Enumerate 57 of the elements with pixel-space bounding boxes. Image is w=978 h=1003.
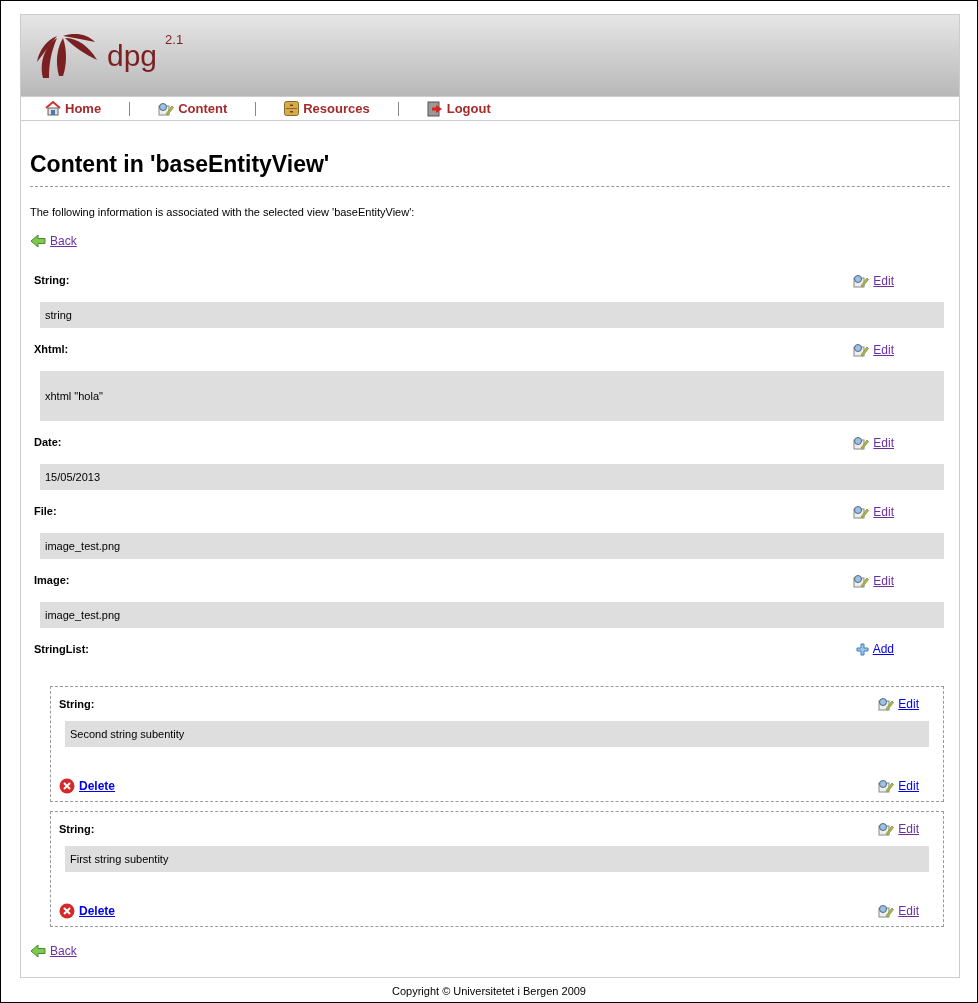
field-value: 15/05/2013 [40,464,944,490]
field-value: First string subentity [65,846,929,872]
nav-link[interactable]: Logout [426,98,491,119]
edit-icon [878,779,895,793]
edit-link[interactable]: Edit [878,695,919,713]
edit-link[interactable]: Edit [878,777,919,795]
delete-icon [59,903,75,919]
nav-link[interactable]: Content [158,98,228,119]
field-label: Date: [34,435,62,451]
intro-text: The following information is associated with the selected view 'baseEntityView': [30,204,416,220]
add-link[interactable]: Add [855,640,894,658]
edit-icon [853,573,870,588]
back-link[interactable]: Back [30,232,77,250]
field-value: xhtml "hola" [40,371,944,421]
edit-icon [853,273,870,288]
field-label: Image: [34,573,70,589]
field-label: Xhtml: [34,342,69,358]
field-label: File: [34,504,57,520]
edit-link[interactable]: Edit [853,571,894,590]
edit-icon [878,822,895,836]
footer-text: Copyright © Universitetet i Bergen 2009 [391,984,587,999]
drawer-icon [284,101,300,116]
field-value: image_test.png [40,602,944,628]
exit-door-icon [426,100,443,117]
delete-link[interactable]: Delete [59,902,116,920]
field-value: string [40,302,944,328]
edit-link[interactable]: Edit [878,902,919,920]
delete-link[interactable]: Delete [59,777,116,795]
edit-icon [158,101,175,116]
house-icon [45,101,61,116]
edit-link[interactable]: Edit [853,433,894,452]
page-title: Content in 'baseEntityView' [30,147,950,187]
back-link[interactable]: Back [30,942,77,960]
field-label: String: [34,273,70,289]
edit-icon [853,435,870,450]
field-label: StringList: [34,641,89,657]
field-label: String: [59,696,95,712]
edit-icon [878,697,895,711]
edit-icon [853,504,870,519]
plus-icon [855,642,869,656]
edit-link[interactable]: Edit [853,340,894,359]
field-value: image_test.png [40,533,944,559]
edit-link[interactable]: Edit [878,820,919,838]
edit-link[interactable]: Edit [853,271,894,290]
back-arrow-icon [30,944,46,958]
field-value: Second string subentity [65,721,929,747]
logo-icon [35,31,99,80]
nav-link[interactable]: Resources [284,98,370,119]
edit-link[interactable]: Edit [853,502,894,521]
nav-link[interactable]: Home [45,98,102,119]
back-arrow-icon [30,234,46,248]
edit-icon [878,904,895,918]
edit-icon [853,342,870,357]
version-label: 2.1 [165,33,184,46]
field-label: String: [59,821,95,837]
logo-text: dpg [107,40,158,71]
delete-icon [59,778,75,794]
